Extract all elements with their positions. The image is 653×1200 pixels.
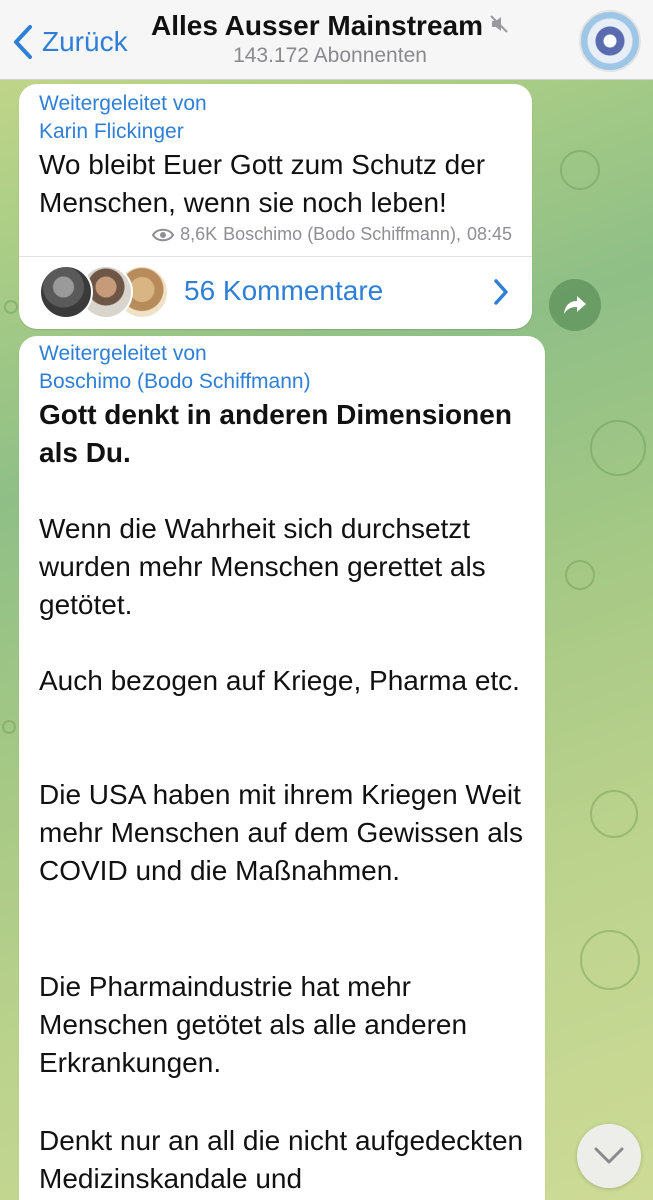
message-paragraph: Die USA haben mit ihrem Kriegen Weit meh… <box>39 779 523 886</box>
forwarded-prefix: Weitergeleitet von <box>39 342 207 365</box>
back-button[interactable]: Zurück <box>12 20 128 64</box>
message-text: Wo bleibt Euer Gott zum Schutz der Mensc… <box>39 149 486 218</box>
share-arrow-icon <box>564 296 586 314</box>
comments-button[interactable]: 56 Kommentare <box>19 257 532 329</box>
forwarded-source[interactable]: Karin Flickinger <box>39 118 207 146</box>
channel-info[interactable]: Alles Ausser Mainstream 143.172 Abonnent… <box>150 10 510 68</box>
chevron-down-icon <box>594 1147 624 1164</box>
muted-speaker-icon <box>489 14 509 39</box>
avatar <box>39 265 93 319</box>
post-author: Boschimo (Bodo Schiffmann) <box>223 224 456 244</box>
share-button[interactable] <box>549 279 601 331</box>
forwarded-header[interactable]: Weitergeleitet von Karin Flickinger <box>39 90 207 146</box>
message-meta: 8,6K Boschimo (Bodo Schiffmann), 08:45 <box>152 224 512 245</box>
channel-title: Alles Ausser Mainstream <box>151 10 483 41</box>
forwarded-source[interactable]: Boschimo (Bodo Schiffmann) <box>39 368 311 396</box>
subscriber-count: 143.172 Abonnenten <box>233 44 427 67</box>
chevron-left-icon <box>14 25 32 59</box>
chevron-right-icon <box>492 277 510 312</box>
message-paragraph: Wenn die Wahrheit sich durchsetzt wurden… <box>39 513 486 620</box>
message-paragraph: Die Pharmaindustrie hat mehr Menschen ge… <box>39 971 468 1078</box>
eye-icon <box>152 228 175 241</box>
forwarded-prefix: Weitergeleitet von <box>39 92 207 115</box>
post-time: 08:45 <box>466 224 512 244</box>
message-paragraph: Denkt nur an all die nicht aufgedeckten … <box>39 1125 524 1194</box>
message-headline: Gott denkt in anderen Dimensionen als Du… <box>39 399 512 468</box>
scroll-to-bottom-button[interactable] <box>577 1124 641 1188</box>
channel-avatar[interactable] <box>579 10 641 72</box>
forwarded-header[interactable]: Weitergeleitet von Boschimo (Bodo Schiff… <box>39 340 311 396</box>
meta-separator: , <box>455 224 461 244</box>
view-count: 8,6K <box>180 224 218 244</box>
message-bubble[interactable]: Weitergeleitet von Boschimo (Bodo Schiff… <box>19 336 545 1200</box>
message-paragraph: Auch bezogen auf Kriege, Pharma etc. <box>39 665 520 696</box>
commenter-avatars <box>39 265 169 321</box>
message-bubble[interactable]: Weitergeleitet von Karin Flickinger Wo b… <box>19 84 532 329</box>
comments-label: 56 Kommentare <box>184 275 384 306</box>
chat-header: Zurück Alles Ausser Mainstream 143.172 A… <box>0 0 653 80</box>
back-label: Zurück <box>42 26 128 57</box>
